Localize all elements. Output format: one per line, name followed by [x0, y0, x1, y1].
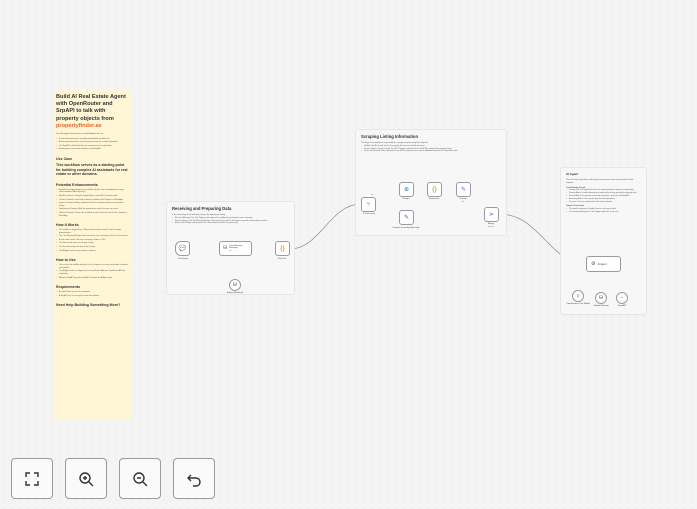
- panel-agent-title: AI Agent: [566, 172, 579, 176]
- node-merge-label: Merge append: [487, 223, 495, 228]
- node-prepare-incoming-message[interactable]: ✎: [399, 210, 414, 225]
- how-it-works-heading: How It Works: [56, 223, 79, 228]
- undo-icon: [187, 474, 201, 487]
- use-case-text: This workflow serves as a starting point…: [56, 162, 128, 177]
- code-braces-icon: {}: [432, 186, 437, 193]
- zoom-in-button[interactable]: [65, 458, 107, 499]
- pencil-icon: ✎: [460, 186, 467, 193]
- node-prepare-label: Prepare Incoming Message: [392, 227, 420, 229]
- sticky-intro: This n8n template demonstrates a simple …: [56, 133, 104, 136]
- zoom-out-button[interactable]: [119, 458, 161, 499]
- node-summarize[interactable]: {}: [427, 182, 442, 197]
- node-scrape[interactable]: ⊕: [399, 182, 414, 197]
- node-simple-memory1[interactable]: ⛁: [229, 279, 241, 291]
- node-code-find-link[interactable]: {}: [275, 241, 290, 256]
- node-serpapi[interactable]: −: [616, 292, 628, 304]
- branch-icon: ⑂: [366, 201, 371, 208]
- how-it-works-list: The workflow is triggered by a "When cha…: [56, 229, 129, 252]
- node-if-link-exists[interactable]: ⑂: [361, 197, 376, 212]
- openrouter-icon: ⟨⟩: [576, 293, 580, 298]
- node-serpapi-label: SerpAPI: [617, 305, 627, 307]
- node-chat-input-label: Chat Input: [177, 258, 189, 260]
- node-custom[interactable]: ✎: [456, 182, 471, 197]
- pencil-icon: ✎: [403, 214, 410, 221]
- node-code-find-link-label: Find link: [277, 258, 287, 260]
- node-if-link-label: If Link exists: [362, 213, 376, 215]
- node-ai-agent[interactable]: ⚙ AI Agent: [586, 256, 621, 272]
- how-to-use-list: You can test this workflow directly in n…: [56, 264, 129, 279]
- node-custom-label: Custom Set: [459, 198, 467, 203]
- node-merge[interactable]: ⋗: [484, 207, 499, 222]
- memory-chip-icon: ⛁: [598, 294, 604, 301]
- zoom-out-icon: [133, 471, 148, 486]
- merge-icon: ⋗: [488, 211, 495, 218]
- fit-view-button[interactable]: [11, 458, 53, 499]
- panel-scraping-title: Scraping Listing Information: [361, 134, 418, 139]
- panel-receiving-title: Receiving and Preparing Data: [172, 206, 232, 211]
- workflow-canvas[interactable]: Build AI Real Estate Agent with OpenRout…: [0, 0, 697, 509]
- requirements-list: An OpenRouter account for credentials. A…: [56, 291, 129, 297]
- globe-icon: ⊕: [403, 186, 410, 193]
- sticky-title: Build AI Real Estate Agent with OpenRout…: [56, 94, 126, 129]
- robot-icon: ⚙: [591, 260, 596, 267]
- sticky-note-description[interactable]: Build AI Real Estate Agent with OpenRout…: [53, 90, 132, 420]
- database-icon: ⛁: [223, 245, 228, 251]
- node-chat-memory-manager[interactable]: ⛁ Chat Memory Manager get: [219, 241, 252, 256]
- sticky-intro-list: Scrape information from a provided prope…: [56, 138, 129, 151]
- reset-zoom-button[interactable]: [173, 458, 215, 499]
- node-chat-input[interactable]: 💬: [175, 241, 190, 256]
- true-branch-label: true: [370, 195, 374, 196]
- node-simple-memory[interactable]: ⛁: [595, 292, 607, 304]
- how-to-use-heading: How to Use: [56, 258, 76, 263]
- enhancements-heading: Potential Enhancements: [56, 182, 98, 187]
- code-braces-icon: {}: [280, 245, 285, 252]
- use-case-heading: Use Case: [56, 156, 73, 161]
- need-help-heading: Need Help Building Something More?: [56, 303, 121, 308]
- enhancements-list: Expand Knowledge: Augment the workflow w…: [56, 189, 129, 217]
- serpapi-icon: −: [620, 294, 624, 301]
- memory-chip-icon: ⛁: [232, 281, 238, 288]
- requirements-heading: Requirements: [56, 285, 80, 290]
- chat-bubble-icon: 💬: [178, 245, 187, 252]
- node-openrouter-chat-model[interactable]: ⟨⟩: [572, 290, 584, 302]
- fit-view-icon: [25, 471, 39, 486]
- zoom-in-icon: [79, 471, 94, 486]
- node-simple-memory1-label: Simple Memory1: [226, 292, 244, 294]
